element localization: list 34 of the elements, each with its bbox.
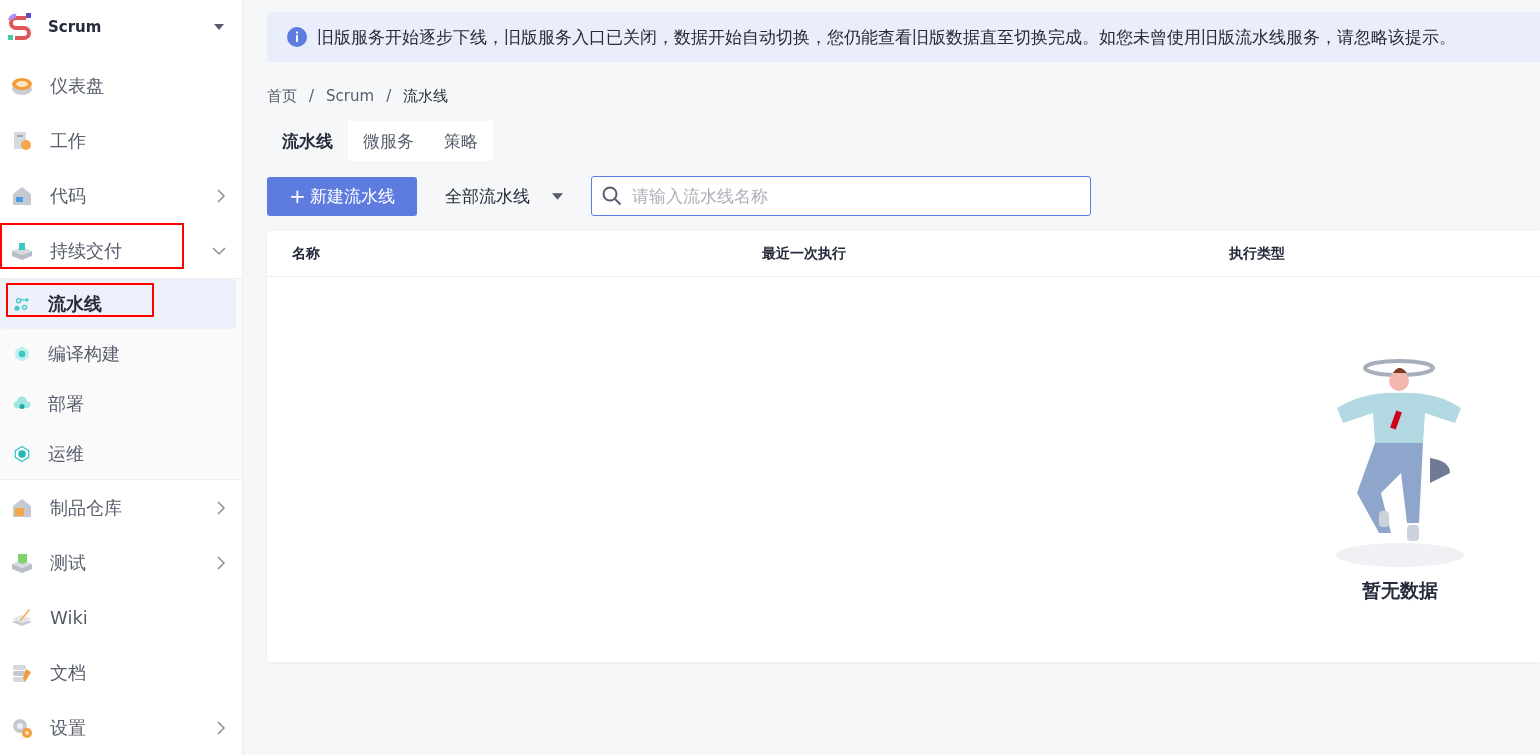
search-icon bbox=[602, 186, 622, 206]
sidebar-item[interactable]: 部署 bbox=[0, 379, 242, 429]
dropdown-caret-icon[interactable] bbox=[214, 24, 224, 30]
column-header: 名称 bbox=[292, 244, 321, 263]
sidebar-item[interactable]: 编译构建 bbox=[0, 329, 242, 379]
breadcrumb-link[interactable]: 首页 bbox=[267, 86, 297, 106]
breadcrumb-separator: / bbox=[309, 87, 315, 105]
sidebar-item[interactable]: 测试 bbox=[0, 535, 242, 590]
column-header: 执行类型 bbox=[1229, 244, 1286, 263]
info-icon bbox=[287, 27, 307, 47]
project-name[interactable]: Scrum bbox=[48, 18, 202, 36]
sidebar-item[interactable]: 持续交付 bbox=[0, 223, 242, 278]
search-input[interactable]: 请输入流水线名称 bbox=[630, 185, 1080, 207]
hexagon-icon bbox=[12, 344, 32, 364]
tab[interactable]: 策略 bbox=[429, 121, 493, 161]
new-pipeline-button[interactable]: + 新建流水线 bbox=[267, 176, 417, 216]
sidebar-item[interactable]: Wiki bbox=[0, 590, 242, 645]
breadcrumb-link[interactable]: Scrum bbox=[326, 87, 375, 105]
sidebar-item[interactable]: 代码 bbox=[0, 168, 242, 223]
pipeline-filter-dropdown[interactable]: 全部流水线 bbox=[437, 176, 571, 216]
sidebar-item[interactable]: 运维 bbox=[0, 429, 242, 479]
caret-icon bbox=[552, 192, 563, 200]
breadcrumb-separator: / bbox=[386, 87, 392, 105]
empty-state-text: 暂无数据 bbox=[1362, 578, 1438, 603]
sidebar-item[interactable]: 流水线 bbox=[0, 279, 236, 329]
sidebar-item[interactable]: 文档 bbox=[0, 645, 242, 700]
notice-text: 旧版服务开始逐步下线，旧版服务入口已关闭，数据开始自动切换，您仍能查看旧版数据直至切换完成。如您未曾使用旧版流水线服务，请忽略该提示。 bbox=[317, 25, 1456, 49]
sidebar-item[interactable]: 仪表盘 bbox=[0, 58, 242, 113]
sidebar-item[interactable]: 制品仓库 bbox=[0, 480, 242, 535]
sidebar-item[interactable]: 工作 bbox=[0, 113, 242, 168]
sidebar-item[interactable]: 设置 bbox=[0, 700, 242, 755]
search-field[interactable]: 请输入流水线名称 bbox=[591, 176, 1091, 216]
tab[interactable]: 微服务 bbox=[348, 121, 429, 161]
column-header: 最近一次执行 bbox=[762, 244, 847, 263]
